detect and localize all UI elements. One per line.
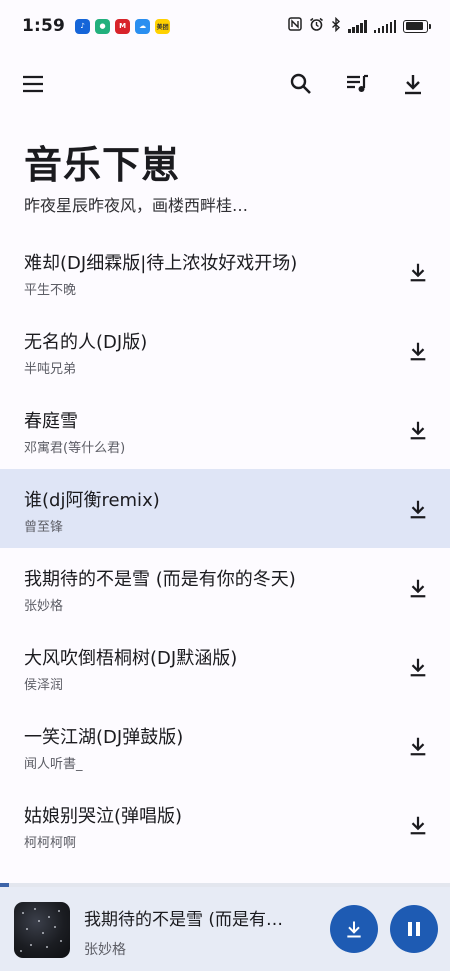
album-art-snowflake bbox=[26, 928, 28, 930]
meituan-app-icon: 美团 bbox=[155, 18, 171, 34]
song-artist: 柯柯柯啊 bbox=[24, 836, 77, 851]
download-icon[interactable] bbox=[402, 335, 434, 367]
album-art-snowflake bbox=[22, 912, 24, 914]
album-art-snowflake bbox=[54, 926, 56, 928]
album-art-snowflake bbox=[58, 910, 60, 912]
mcdonalds-app-icon: M bbox=[115, 18, 131, 34]
music-app-icon: ♪ bbox=[75, 18, 91, 34]
song-row[interactable]: 我期待的不是雪 (而是有你的冬天) 张妙格 bbox=[0, 548, 450, 627]
song-title: 我期待的不是雪 (而是有你的冬天) bbox=[24, 569, 296, 590]
song-list: 难却(DJ细霖版|待上浓妆好戏开场) 平生不晚 无名的人(DJ版) 半吨兄弟 春… bbox=[0, 232, 450, 864]
wifi-icon bbox=[373, 19, 396, 33]
cloud-app-icon: ☁ bbox=[135, 18, 151, 34]
download-icon[interactable] bbox=[402, 651, 434, 683]
song-title: 难却(DJ细霖版|待上浓妆好戏开场) bbox=[24, 253, 298, 274]
song-row[interactable]: 春庭雪 邓寓君(等什么君) bbox=[0, 390, 450, 469]
player-download-button[interactable] bbox=[330, 905, 378, 953]
song-title: 姑娘别哭泣(弹唱版) bbox=[24, 806, 183, 827]
song-artist: 闻人听書_ bbox=[24, 757, 83, 772]
song-artist: 侯泽润 bbox=[24, 678, 64, 693]
song-artist: 半吨兄弟 bbox=[24, 362, 77, 377]
page-subtitle: 昨夜星辰昨夜风，画楼西畔桂… bbox=[24, 196, 249, 215]
signal-icon bbox=[348, 19, 367, 33]
status-bar: 1:59 ♪ ● M ☁ 美团 bbox=[0, 0, 450, 52]
status-time: 1:59 bbox=[22, 16, 66, 36]
pause-button[interactable] bbox=[390, 905, 438, 953]
song-artist: 曾至锋 bbox=[24, 520, 64, 535]
nfc-icon bbox=[288, 17, 302, 35]
download-icon[interactable] bbox=[402, 809, 434, 841]
menu-icon[interactable] bbox=[13, 64, 53, 104]
bluetooth-icon bbox=[331, 16, 341, 36]
album-art-snowflake bbox=[34, 908, 36, 910]
mini-player[interactable]: 我期待的不是雪 (而是有… 张妙格 bbox=[0, 887, 450, 971]
song-title: 春庭雪 bbox=[24, 411, 78, 432]
album-art-snowflake bbox=[60, 940, 62, 942]
song-artist: 平生不晚 bbox=[24, 283, 77, 298]
album-art-snowflake bbox=[20, 950, 22, 952]
search-icon[interactable] bbox=[281, 64, 321, 104]
green-app-icon: ● bbox=[95, 18, 111, 34]
album-art bbox=[14, 902, 70, 958]
pause-icon bbox=[408, 922, 420, 936]
battery-icon bbox=[403, 19, 431, 33]
download-icon[interactable] bbox=[402, 493, 434, 525]
song-title: 无名的人(DJ版) bbox=[24, 332, 148, 353]
download-icon bbox=[347, 921, 361, 938]
album-art-snowflake bbox=[42, 932, 44, 934]
song-row[interactable]: 大风吹倒梧桐树(DJ默涵版) 侯泽润 bbox=[0, 627, 450, 706]
song-row[interactable]: 一笑江湖(DJ弹鼓版) 闻人听書_ bbox=[0, 706, 450, 785]
download-icon[interactable] bbox=[393, 64, 433, 104]
song-title: 一笑江湖(DJ弹鼓版) bbox=[24, 727, 184, 748]
download-icon[interactable] bbox=[402, 414, 434, 446]
download-icon[interactable] bbox=[402, 256, 434, 288]
album-art-snowflake bbox=[48, 916, 50, 918]
download-icon[interactable] bbox=[402, 730, 434, 762]
top-app-bar bbox=[0, 58, 450, 110]
song-row[interactable]: 姑娘别哭泣(弹唱版) 柯柯柯啊 bbox=[0, 785, 450, 864]
song-artist: 张妙格 bbox=[24, 599, 64, 614]
page-title: 音乐下崽 bbox=[24, 143, 181, 187]
song-title: 谁(dj阿衡remix) bbox=[24, 490, 160, 511]
download-icon[interactable] bbox=[402, 572, 434, 604]
now-playing-title: 我期待的不是雪 (而是有… bbox=[84, 910, 284, 930]
queue-music-icon[interactable] bbox=[337, 64, 377, 104]
album-art-snowflake bbox=[46, 946, 48, 948]
now-playing-artist: 张妙格 bbox=[84, 942, 126, 958]
song-row-active[interactable]: 谁(dj阿衡remix) 曾至锋 bbox=[0, 469, 450, 548]
alarm-icon bbox=[309, 17, 324, 36]
song-title: 大风吹倒梧桐树(DJ默涵版) bbox=[24, 648, 238, 669]
song-artist: 邓寓君(等什么君) bbox=[24, 441, 126, 456]
album-art-snowflake bbox=[38, 920, 40, 922]
song-row[interactable]: 无名的人(DJ版) 半吨兄弟 bbox=[0, 311, 450, 390]
song-row[interactable]: 难却(DJ细霖版|待上浓妆好戏开场) 平生不晚 bbox=[0, 232, 450, 311]
album-art-snowflake bbox=[30, 944, 32, 946]
